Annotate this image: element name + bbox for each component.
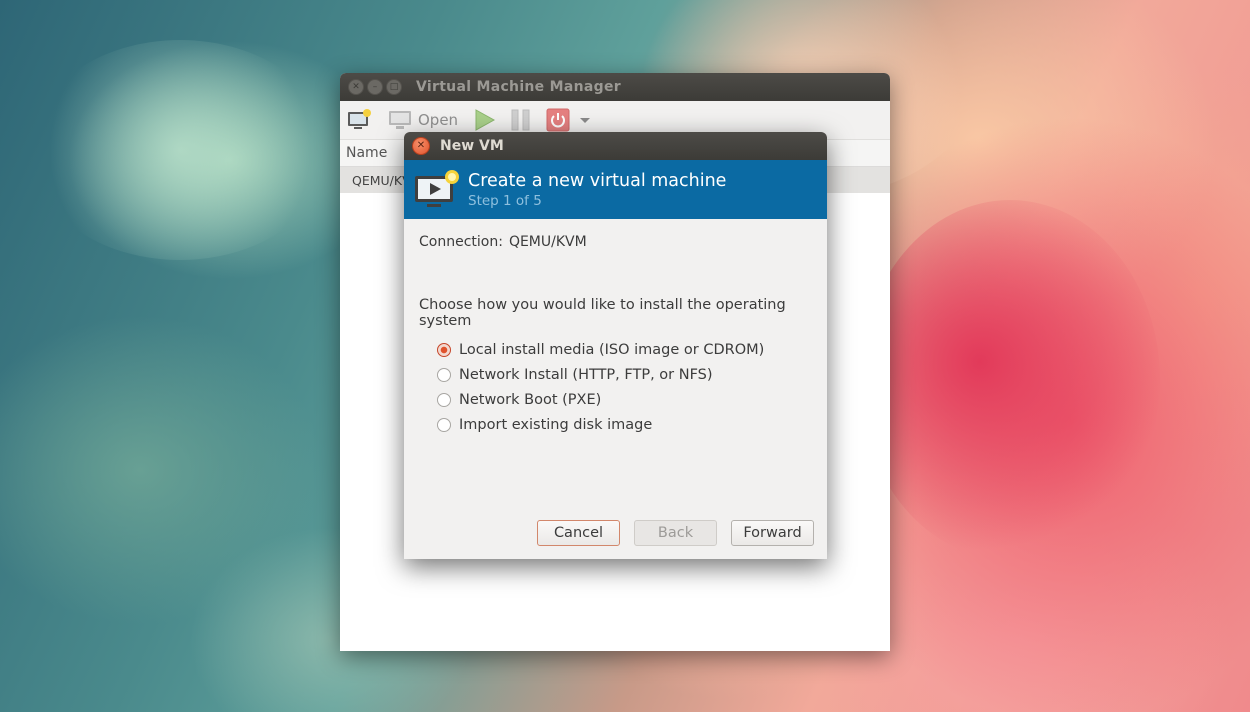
option-network-boot[interactable]: Network Boot (PXE) [437,387,812,412]
new-vm-icon [348,109,371,129]
window-minimize-button[interactable]: – [367,79,383,95]
window-maximize-button[interactable]: □ [386,79,402,95]
radio-network-install[interactable] [437,367,451,382]
dialog-close-button[interactable]: ✕ [412,137,430,155]
option-import-disk-image[interactable]: Import existing disk image [437,412,812,437]
radio-network-boot[interactable] [437,392,451,407]
dialog-title: New VM [440,138,504,154]
install-method-options: Local install media (ISO image or CDROM)… [437,337,812,437]
radio-import-disk-image[interactable] [437,417,451,432]
option-label: Network Boot (PXE) [459,391,602,408]
option-local-install-media[interactable]: Local install media (ISO image or CDROM) [437,337,812,362]
dialog-button-row: Cancel Back Forward [537,520,814,546]
install-method-prompt: Choose how you would like to install the… [419,297,786,329]
new-vm-button[interactable] [346,107,374,133]
dialog-banner: Create a new virtual machine Step 1 of 5 [404,160,827,219]
shutdown-menu-dropdown[interactable] [578,115,592,125]
window-title: Virtual Machine Manager [416,79,621,95]
option-label: Network Install (HTTP, FTP, or NFS) [459,366,713,383]
open-button[interactable]: Open [388,109,458,131]
run-button[interactable] [472,108,496,132]
connection-info: Connection: QEMU/KVM [419,234,812,250]
pause-icon [511,109,530,131]
banner-step: Step 1 of 5 [468,193,542,209]
connection-label: Connection: [419,234,503,250]
power-icon [546,108,570,132]
new-vm-dialog: ✕ New VM Create a new virtual machine St… [404,132,827,559]
cancel-button[interactable]: Cancel [537,520,620,546]
radio-local-install-media[interactable] [437,342,451,357]
forward-button[interactable]: Forward [731,520,814,546]
option-label: Local install media (ISO image or CDROM) [459,341,765,358]
dropdown-arrow-icon [580,118,591,123]
connection-value: QEMU/KVM [508,234,587,250]
pause-button[interactable] [510,108,532,132]
new-vm-icon [415,169,459,207]
dialog-titlebar: ✕ New VM [404,132,827,160]
window-close-button[interactable]: ✕ [348,79,364,95]
column-header-label: Name [346,145,388,161]
shutdown-button[interactable] [546,108,570,132]
back-button[interactable]: Back [634,520,717,546]
main-titlebar: ✕ – □ Virtual Machine Manager [340,73,890,101]
option-label: Import existing disk image [459,416,653,433]
play-icon [475,109,496,131]
option-network-install[interactable]: Network Install (HTTP, FTP, or NFS) [437,362,812,387]
banner-title: Create a new virtual machine [468,171,727,191]
monitor-icon [389,111,411,129]
open-button-label: Open [418,111,459,129]
